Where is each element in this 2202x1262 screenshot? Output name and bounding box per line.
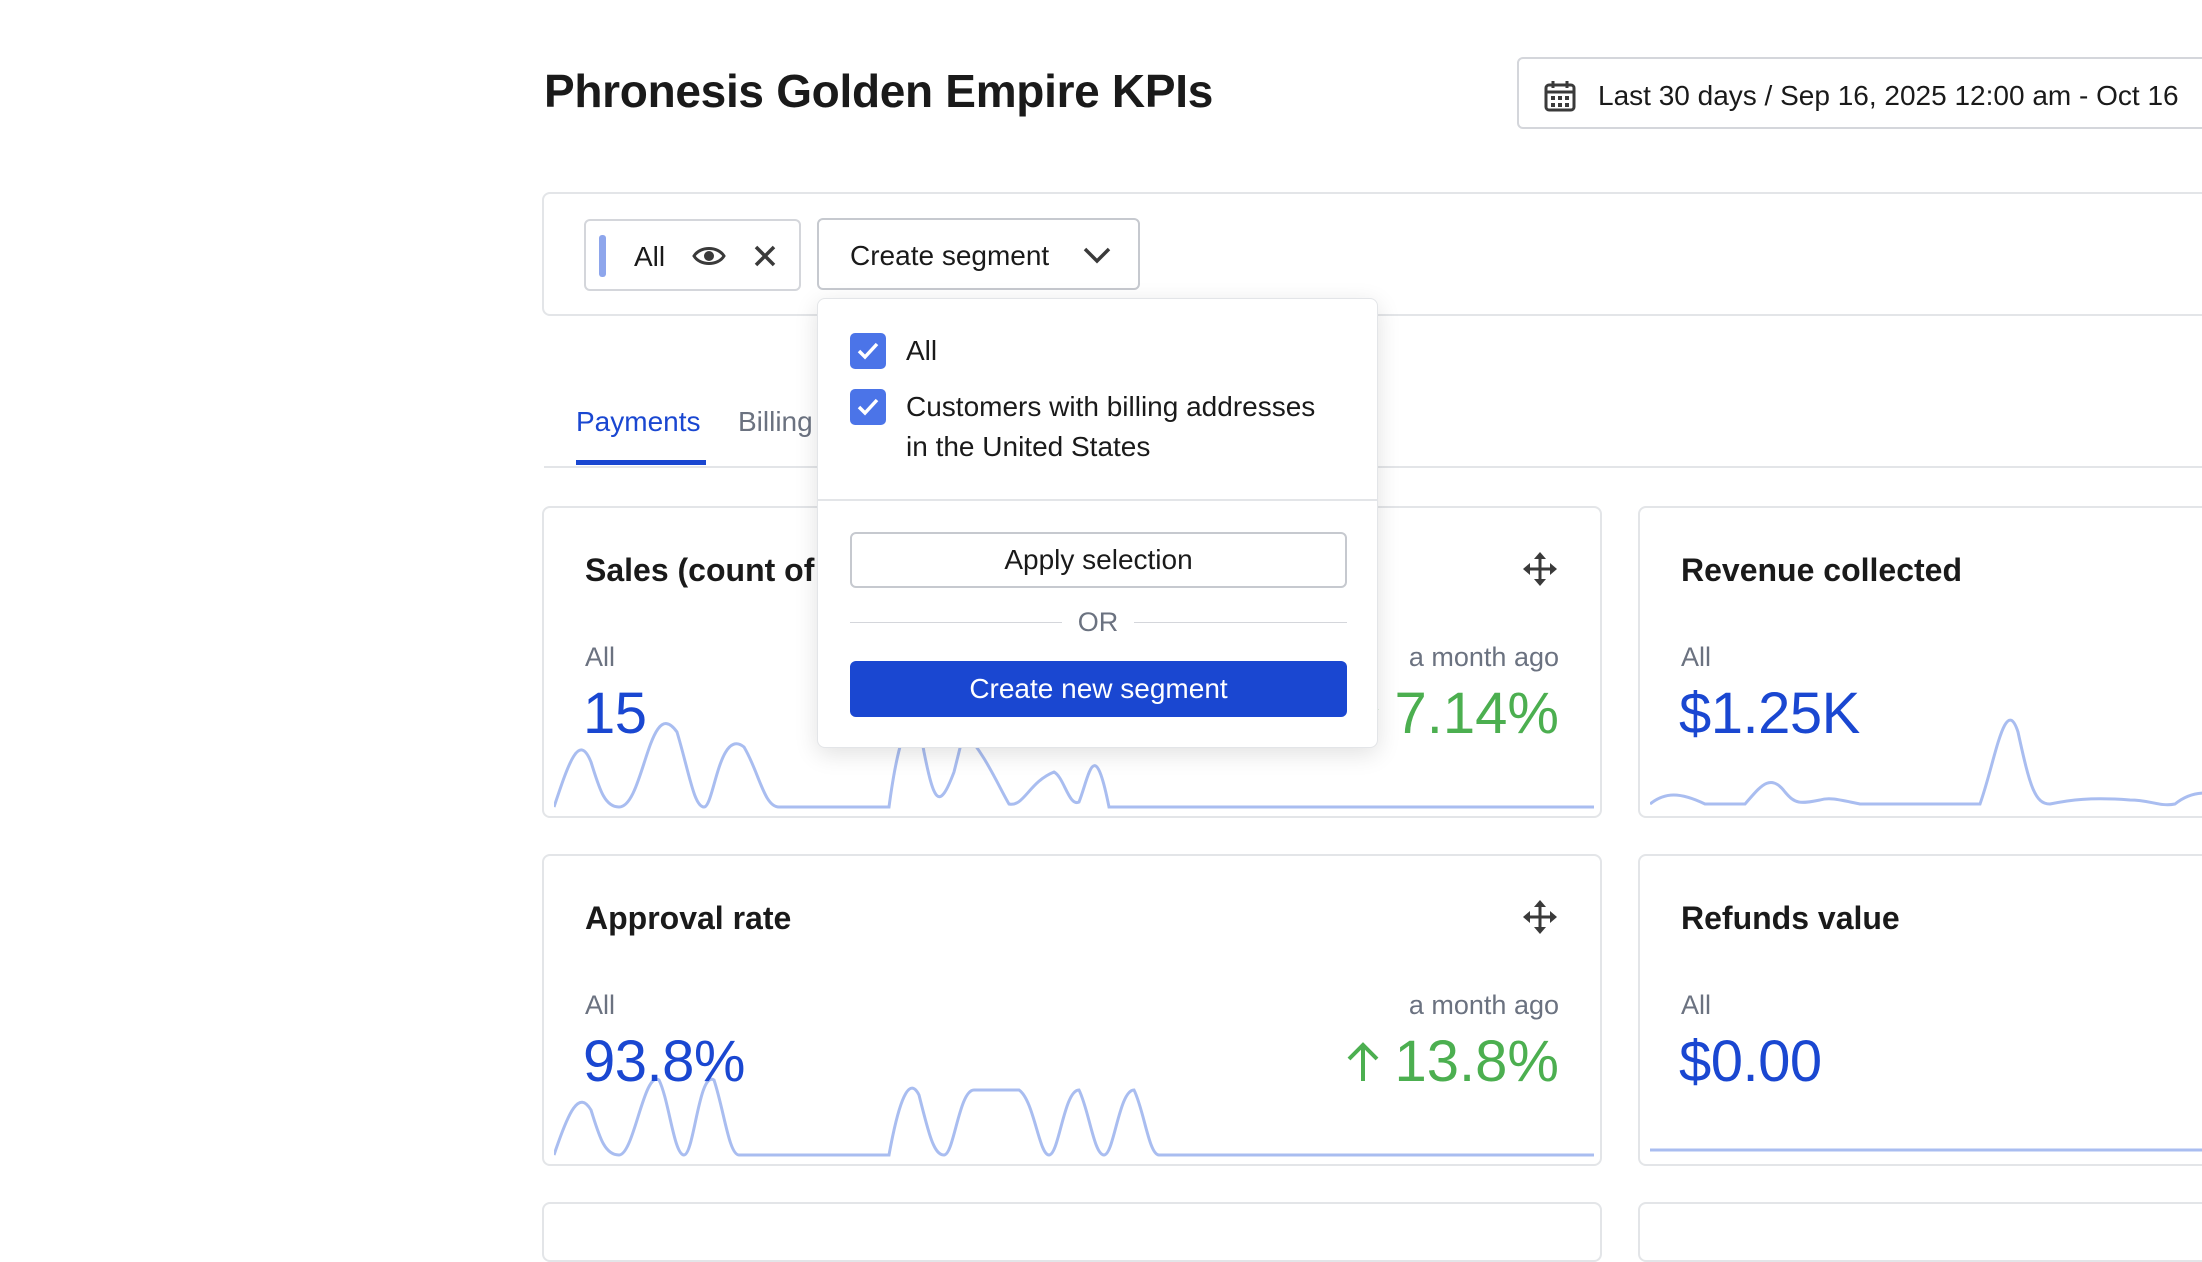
card-title: Revenue collected — [1681, 552, 1962, 588]
option-us-billing-label[interactable]: Customers with billing addresses in the … — [906, 387, 1315, 467]
tab-payments[interactable]: Payments — [576, 406, 701, 438]
card-title: Refunds value — [1681, 900, 1900, 936]
segment-chip-label: All — [634, 241, 666, 272]
kpi-card-approval-rate: Approval rate All a month ago 93.8% 13.8… — [542, 854, 1602, 1166]
move-icon[interactable] — [1523, 900, 1557, 934]
option-line-2: in the United States — [906, 431, 1151, 462]
segment-label: All — [585, 990, 616, 1020]
date-range-label: Last 30 days / Sep 16, 2025 12:00 am - O… — [1598, 80, 2179, 111]
sparkline-chart — [1650, 1148, 2202, 1152]
move-icon[interactable] — [1523, 552, 1557, 586]
kpi-value: 93.8% — [583, 1029, 745, 1094]
segment-color-bar — [599, 235, 606, 277]
option-all-label[interactable]: All — [906, 331, 937, 371]
segment-label: All — [585, 642, 616, 672]
segment-label: All — [1681, 642, 1712, 672]
card-title: Sales (count of — [585, 552, 815, 588]
dropdown-divider — [818, 499, 1377, 501]
checkbox-us-billing[interactable] — [850, 389, 886, 425]
check-icon — [857, 398, 879, 416]
segment-chip-all[interactable]: All — [584, 219, 801, 291]
or-divider-left — [850, 622, 1062, 623]
sparkline-chart — [1650, 718, 2202, 807]
option-line-1: Customers with billing addresses — [906, 391, 1316, 422]
or-label: OR — [1077, 607, 1119, 637]
active-tab-indicator — [576, 460, 706, 465]
check-icon — [857, 342, 879, 360]
card-title: Approval rate — [585, 900, 792, 936]
calendar-icon — [1544, 81, 1576, 112]
checkbox-all[interactable] — [850, 333, 886, 369]
kpi-delta: 13.8% — [1345, 1028, 1559, 1095]
or-divider-right — [1134, 622, 1347, 623]
delta-value: 13.8% — [1394, 1029, 1559, 1094]
create-new-segment-button[interactable]: Create new segment — [850, 661, 1347, 717]
kpi-card-partial — [1638, 1202, 2202, 1262]
create-segment-label: Create segment — [850, 240, 1050, 271]
eye-icon[interactable] — [692, 241, 726, 271]
compare-label: a month ago — [1408, 990, 1559, 1020]
kpi-card-partial — [542, 1202, 1602, 1262]
segment-dropdown-menu: All Customers with billing addresses in … — [817, 298, 1378, 748]
kpi-card-refunds: Refunds value All $0.00 — [1638, 854, 2202, 1166]
segment-label: All — [1681, 990, 1712, 1020]
page-title: Phronesis Golden Empire KPIs — [544, 65, 1213, 117]
chevron-down-icon — [1083, 247, 1111, 264]
close-icon[interactable] — [752, 243, 778, 269]
arrow-up-icon — [1347, 1042, 1378, 1081]
apply-selection-button[interactable]: Apply selection — [850, 532, 1347, 588]
tab-billing[interactable]: Billing — [738, 406, 813, 438]
date-range-picker[interactable]: Last 30 days / Sep 16, 2025 12:00 am - O… — [1517, 57, 2202, 129]
kpi-card-revenue: Revenue collected All $1.25K — [1638, 506, 2202, 818]
create-segment-dropdown[interactable]: Create segment — [817, 218, 1140, 290]
compare-label: a month ago — [1408, 642, 1559, 672]
